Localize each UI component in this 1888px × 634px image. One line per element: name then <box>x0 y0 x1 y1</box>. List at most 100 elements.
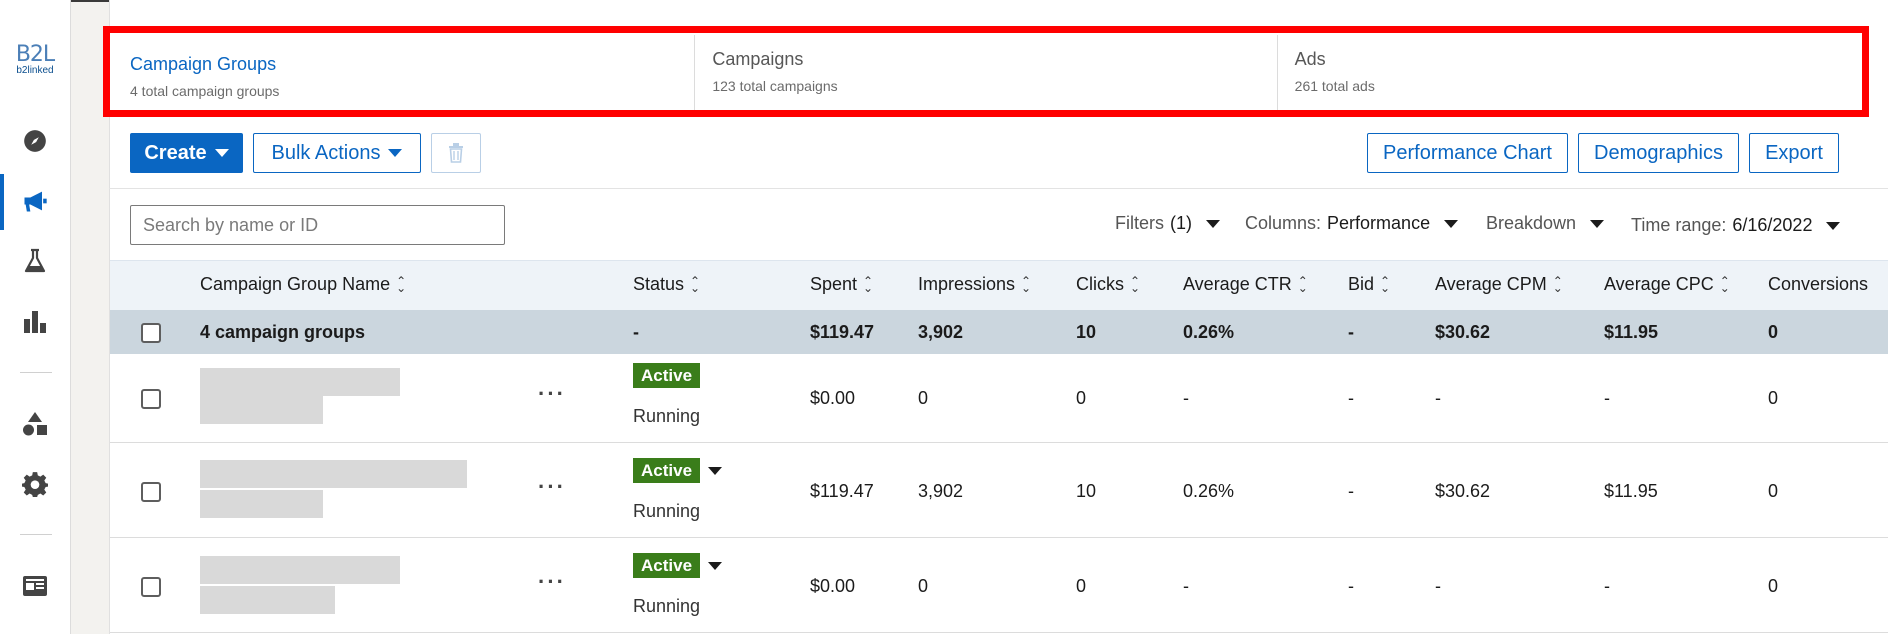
bulk-actions-button[interactable]: Bulk Actions <box>253 133 421 173</box>
tab-campaigns[interactable]: Campaigns 123 total campaigns <box>695 35 1278 110</box>
export-button[interactable]: Export <box>1749 133 1839 173</box>
flask-icon[interactable] <box>21 247 49 275</box>
cell-average-ctr: - <box>1183 388 1189 408</box>
cell-clicks: 10 <box>1076 481 1097 501</box>
time-range-dropdown[interactable]: Time range: 6/16/2022 <box>1631 215 1841 236</box>
select-all-checkbox[interactable] <box>141 323 161 343</box>
total-average-cpm: $30.62 <box>1435 322 1491 342</box>
cell-bid: - <box>1348 576 1354 596</box>
compass-icon[interactable] <box>21 127 49 155</box>
sort-icon: ⌃ ⌄ <box>1297 273 1308 295</box>
cell-spent: $0.00 <box>810 576 856 596</box>
delete-button[interactable] <box>431 133 481 173</box>
shapes-icon[interactable] <box>21 410 49 438</box>
chevron-down-icon <box>388 149 403 157</box>
bar-chart-icon[interactable] <box>21 307 49 335</box>
redacted-name <box>200 586 335 614</box>
search-input[interactable] <box>130 205 505 245</box>
status-dropdown-icon[interactable] <box>708 467 722 475</box>
column-header-average-cpc[interactable]: Average CPC ⌃ ⌄ <box>1604 274 1730 295</box>
column-header-average-ctr[interactable]: Average CTR ⌃ ⌄ <box>1183 274 1308 295</box>
cell-average-ctr: - <box>1183 576 1189 596</box>
chevron-down-icon <box>1444 219 1459 228</box>
more-actions-button[interactable]: ··· <box>538 569 566 595</box>
left-nav-rail: B2L b2linked <box>0 0 71 634</box>
trash-icon <box>449 143 463 163</box>
sort-icon: ⌃ ⌄ <box>1719 273 1730 295</box>
status-text: Running <box>633 406 701 426</box>
cell-average-cpm: - <box>1435 388 1441 408</box>
column-header-average-cpm[interactable]: Average CPM ⌃ ⌄ <box>1435 274 1563 295</box>
redacted-name <box>200 396 323 424</box>
column-header-conversions[interactable]: Conversions <box>1768 274 1888 295</box>
chevron-down-icon <box>214 149 229 157</box>
total-average-cpc: $11.95 <box>1604 322 1659 342</box>
cell-clicks: 0 <box>1076 576 1087 596</box>
rail-divider <box>20 534 52 535</box>
demographics-button[interactable]: Demographics <box>1578 133 1739 173</box>
cell-impressions: 3,902 <box>918 481 964 501</box>
total-bid: - <box>1348 322 1354 342</box>
b2linked-logo[interactable]: B2L b2linked <box>13 44 57 76</box>
cell-conversions: 0 <box>1768 388 1779 408</box>
tab-ads[interactable]: Ads 261 total ads <box>1278 35 1859 110</box>
status-text: Running <box>633 501 701 521</box>
sort-icon: ⌃ ⌄ <box>863 273 874 295</box>
cell-conversions: 0 <box>1768 576 1779 596</box>
column-header-name[interactable]: Campaign Group Name ⌃ ⌄ <box>200 274 406 295</box>
redacted-name <box>200 556 400 584</box>
column-header-spent[interactable]: Spent ⌃ ⌄ <box>810 274 873 295</box>
row-checkbox[interactable] <box>141 577 161 597</box>
id-card-icon[interactable] <box>21 572 49 600</box>
cell-impressions: 0 <box>918 388 929 408</box>
row-divider <box>110 632 1888 633</box>
create-button[interactable]: Create <box>130 133 243 173</box>
total-conversions: 0 <box>1768 322 1779 342</box>
column-header-clicks[interactable]: Clicks ⌃ ⌄ <box>1076 274 1140 295</box>
rail-divider <box>20 372 52 373</box>
cell-average-cpm: $30.62 <box>1435 481 1491 501</box>
total-impressions: 3,902 <box>918 322 964 342</box>
cell-average-cpc: $11.95 <box>1604 481 1658 501</box>
cell-impressions: 0 <box>918 576 929 596</box>
sort-icon: ⌃ ⌄ <box>1380 273 1391 295</box>
status-dropdown-icon[interactable] <box>708 562 722 570</box>
redacted-name <box>200 368 400 396</box>
sort-icon: ⌃ ⌄ <box>1552 273 1563 295</box>
column-header-bid[interactable]: Bid ⌃ ⌄ <box>1348 274 1390 295</box>
redacted-name <box>200 490 323 518</box>
cell-bid: - <box>1348 481 1354 501</box>
row-divider <box>110 537 1888 538</box>
cell-clicks: 0 <box>1076 388 1087 408</box>
toolbar-divider <box>109 188 1888 189</box>
sort-icon: ⌃ ⌄ <box>1021 273 1032 295</box>
row-checkbox[interactable] <box>141 482 161 502</box>
entity-tabs: Campaign Groups 4 total campaign groups … <box>113 35 1859 110</box>
more-actions-button[interactable]: ··· <box>538 474 566 500</box>
cell-average-cpm: - <box>1435 576 1441 596</box>
rail-active-indicator <box>0 174 4 230</box>
row-checkbox[interactable] <box>141 389 161 409</box>
performance-chart-button[interactable]: Performance Chart <box>1367 133 1568 173</box>
status-badge: Active <box>633 553 701 578</box>
megaphone-icon[interactable] <box>21 187 49 215</box>
breakdown-dropdown[interactable]: Breakdown <box>1486 213 1605 234</box>
sort-icon: ⌃ ⌄ <box>396 273 407 295</box>
filters-dropdown[interactable]: Filters (1) <box>1115 213 1220 234</box>
cell-average-cpc: - <box>1604 576 1610 596</box>
status-badge: Active <box>633 363 701 388</box>
cell-spent: $119.47 <box>810 481 874 501</box>
cell-bid: - <box>1348 388 1354 408</box>
cell-average-ctr: 0.26% <box>1183 481 1235 501</box>
columns-dropdown[interactable]: Columns: Performance <box>1245 213 1459 234</box>
chevron-down-icon <box>1590 219 1605 228</box>
gear-icon[interactable] <box>21 470 49 498</box>
status-text: Running <box>633 596 701 616</box>
sort-icon: ⌃ ⌄ <box>1130 273 1141 295</box>
more-actions-button[interactable]: ··· <box>538 381 566 407</box>
tab-campaign-groups[interactable]: Campaign Groups 4 total campaign groups <box>113 35 696 110</box>
chevron-down-icon <box>1206 219 1220 228</box>
column-header-status[interactable]: Status ⌃ ⌄ <box>633 274 700 295</box>
row-divider <box>110 442 1888 443</box>
column-header-impressions[interactable]: Impressions ⌃ ⌄ <box>918 274 1031 295</box>
